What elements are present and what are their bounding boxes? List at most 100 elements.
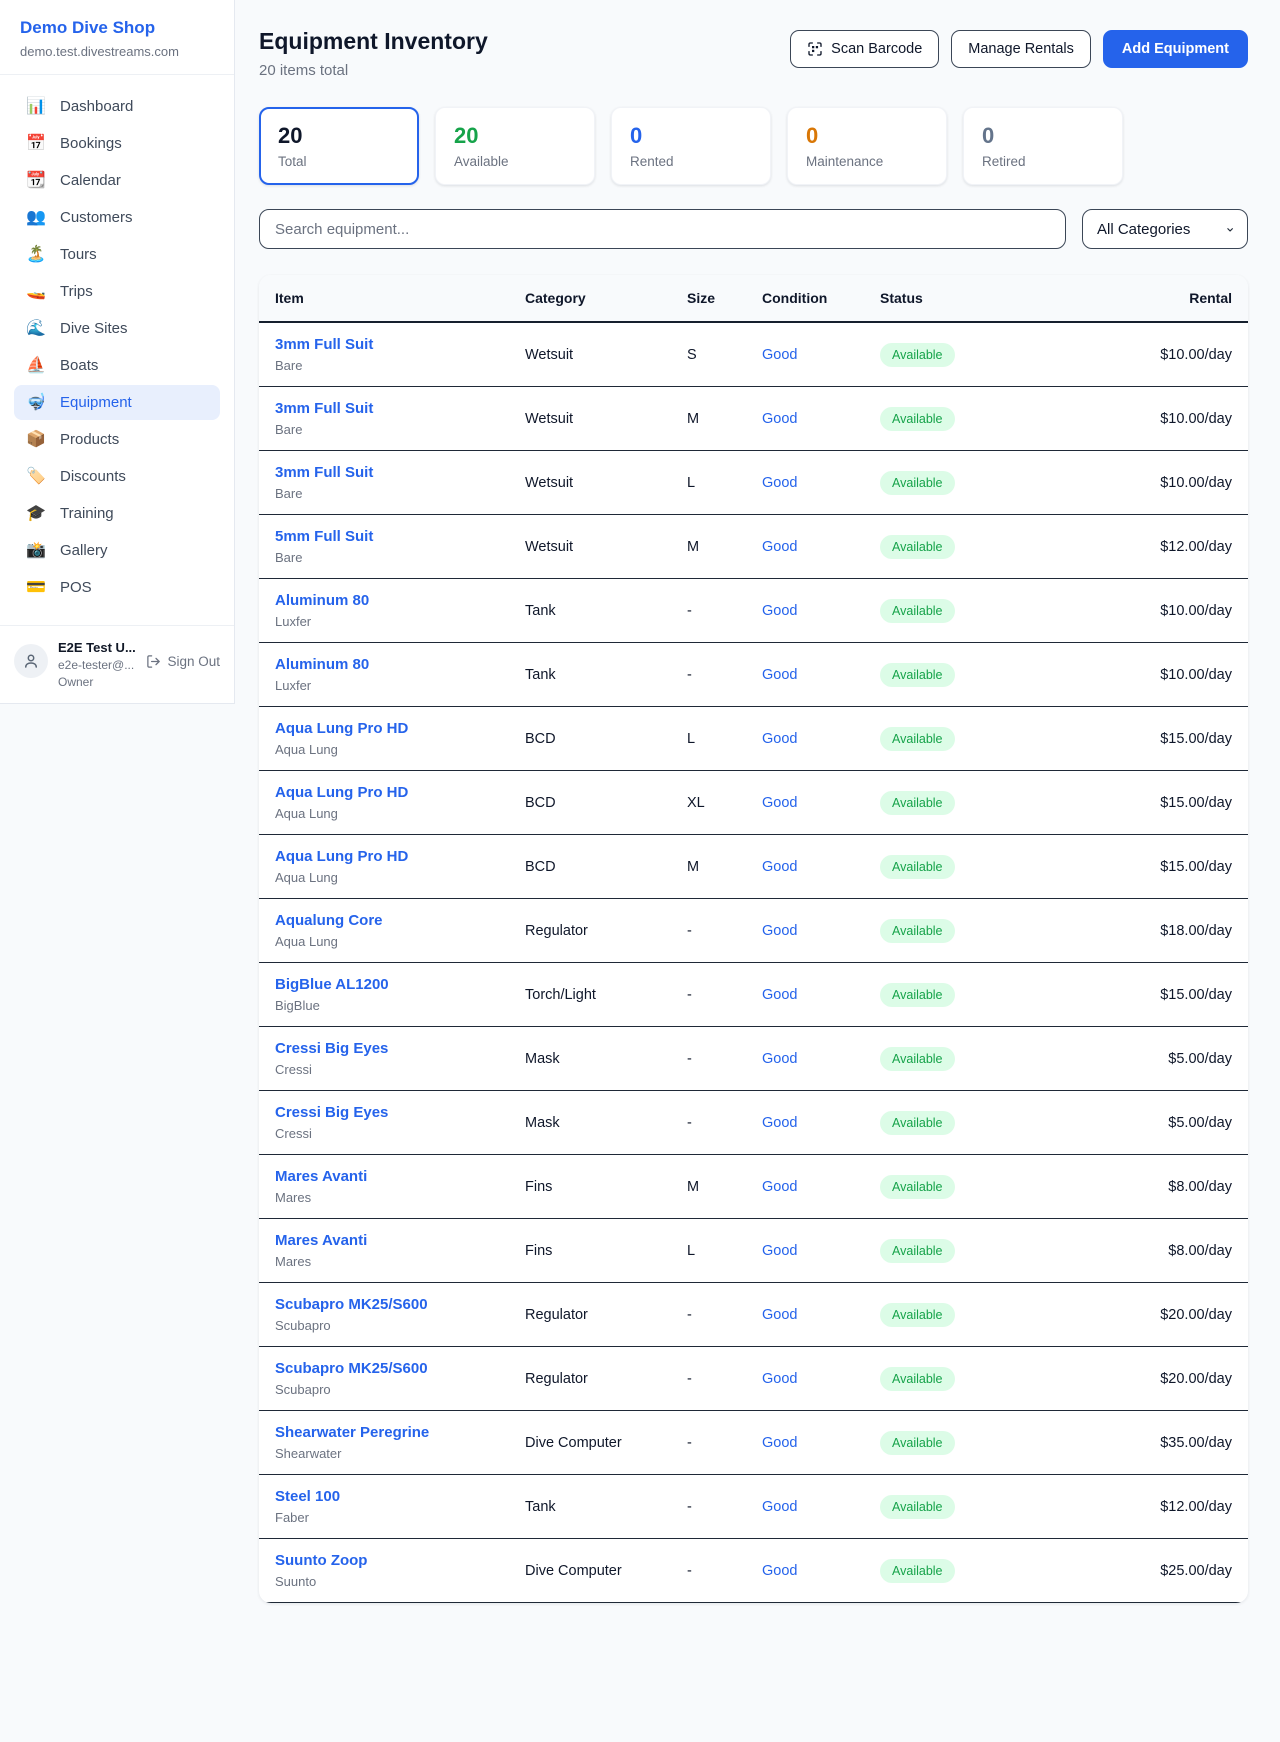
stat-card-rented[interactable]: 0 Rented (611, 107, 771, 185)
item-name-link[interactable]: Steel 100 (275, 1488, 493, 1505)
item-name-link[interactable]: Cressi Big Eyes (275, 1040, 493, 1057)
condition-link[interactable]: Good (762, 1051, 797, 1067)
sidebar: Demo Dive Shop demo.test.divestreams.com… (0, 0, 235, 704)
status-badge: Available (880, 407, 955, 431)
nav-item-label: Equipment (60, 394, 132, 411)
condition-link[interactable]: Good (762, 1115, 797, 1131)
item-rental-rate: $15.00/day (1034, 771, 1248, 835)
condition-link[interactable]: Good (762, 731, 797, 747)
sidebar-item-discounts[interactable]: 🏷️ Discounts (14, 459, 220, 494)
item-name-link[interactable]: Cressi Big Eyes (275, 1104, 493, 1121)
condition-link[interactable]: Good (762, 347, 797, 363)
item-rental-rate: $5.00/day (1034, 1027, 1248, 1091)
condition-link[interactable]: Good (762, 411, 797, 427)
item-name-link[interactable]: Aqua Lung Pro HD (275, 848, 493, 865)
condition-link[interactable]: Good (762, 1179, 797, 1195)
item-name-link[interactable]: Suunto Zoop (275, 1552, 493, 1569)
item-name-link[interactable]: Aqua Lung Pro HD (275, 784, 493, 801)
condition-link[interactable]: Good (762, 1435, 797, 1451)
sign-out-button[interactable]: Sign Out (146, 654, 220, 669)
item-brand: Bare (275, 550, 493, 565)
item-rental-rate: $10.00/day (1034, 579, 1248, 643)
status-badge: Available (880, 1303, 955, 1327)
item-size: M (671, 835, 746, 899)
sidebar-item-dive-sites[interactable]: 🌊 Dive Sites (14, 311, 220, 346)
sidebar-item-dashboard[interactable]: 📊 Dashboard (14, 89, 220, 124)
sidebar-item-trips[interactable]: 🚤 Trips (14, 274, 220, 309)
condition-link[interactable]: Good (762, 1371, 797, 1387)
stat-card-total[interactable]: 20 Total (259, 107, 419, 185)
item-name-link[interactable]: Aluminum 80 (275, 592, 493, 609)
search-input[interactable] (259, 209, 1066, 249)
table-row: Aqua Lung Pro HD Aqua Lung BCD M Good Av… (259, 835, 1248, 899)
category-select[interactable]: All Categories (1082, 209, 1248, 249)
condition-link[interactable]: Good (762, 987, 797, 1003)
table-row: Aqualung Core Aqua Lung Regulator - Good… (259, 899, 1248, 963)
item-name-link[interactable]: 3mm Full Suit (275, 464, 493, 481)
category-select-wrap: All Categories ⌄ (1082, 209, 1248, 249)
item-rental-rate: $15.00/day (1034, 963, 1248, 1027)
item-name-link[interactable]: 5mm Full Suit (275, 528, 493, 545)
nav-item-label: Customers (60, 209, 133, 226)
sidebar-item-tours[interactable]: 🏝️ Tours (14, 237, 220, 272)
item-name-link[interactable]: Aluminum 80 (275, 656, 493, 673)
condition-link[interactable]: Good (762, 923, 797, 939)
item-category: Dive Computer (509, 1539, 671, 1603)
item-name-link[interactable]: Mares Avanti (275, 1232, 493, 1249)
status-badge: Available (880, 1239, 955, 1263)
stat-label: Retired (982, 154, 1104, 169)
item-rental-rate: $12.00/day (1034, 1475, 1248, 1539)
item-rental-rate: $10.00/day (1034, 643, 1248, 707)
item-name-link[interactable]: Shearwater Peregrine (275, 1424, 493, 1441)
stat-card-maintenance[interactable]: 0 Maintenance (787, 107, 947, 185)
item-name-link[interactable]: Scubapro MK25/S600 (275, 1296, 493, 1313)
item-name-link[interactable]: Aqua Lung Pro HD (275, 720, 493, 737)
sidebar-item-training[interactable]: 🎓 Training (14, 496, 220, 531)
condition-link[interactable]: Good (762, 475, 797, 491)
item-category: BCD (509, 707, 671, 771)
condition-link[interactable]: Good (762, 1307, 797, 1323)
item-name-link[interactable]: Scubapro MK25/S600 (275, 1360, 493, 1377)
item-size: - (671, 1091, 746, 1155)
condition-link[interactable]: Good (762, 795, 797, 811)
table-row: 3mm Full Suit Bare Wetsuit S Good Availa… (259, 322, 1248, 387)
nav-item-label: Calendar (60, 172, 121, 189)
stat-card-retired[interactable]: 0 Retired (963, 107, 1123, 185)
item-brand: Scubapro (275, 1382, 493, 1397)
item-brand: Aqua Lung (275, 806, 493, 821)
condition-link[interactable]: Good (762, 1243, 797, 1259)
item-name-link[interactable]: 3mm Full Suit (275, 336, 493, 353)
condition-link[interactable]: Good (762, 1499, 797, 1515)
add-equipment-button[interactable]: Add Equipment (1103, 30, 1248, 68)
sidebar-item-bookings[interactable]: 📅 Bookings (14, 126, 220, 161)
sidebar-item-equipment[interactable]: 🤿 Equipment (14, 385, 220, 420)
condition-link[interactable]: Good (762, 1563, 797, 1579)
sidebar-item-boats[interactable]: ⛵ Boats (14, 348, 220, 383)
condition-link[interactable]: Good (762, 859, 797, 875)
table-row: BigBlue AL1200 BigBlue Torch/Light - Goo… (259, 963, 1248, 1027)
scan-barcode-button[interactable]: Scan Barcode (790, 30, 939, 68)
sidebar-item-calendar[interactable]: 📆 Calendar (14, 163, 220, 198)
condition-link[interactable]: Good (762, 667, 797, 683)
item-category: Regulator (509, 1283, 671, 1347)
stat-card-available[interactable]: 20 Available (435, 107, 595, 185)
item-rental-rate: $15.00/day (1034, 835, 1248, 899)
nav-item-label: Training (60, 505, 114, 522)
condition-link[interactable]: Good (762, 603, 797, 619)
nav-item-label: Discounts (60, 468, 126, 485)
sidebar-item-products[interactable]: 📦 Products (14, 422, 220, 457)
manage-rentals-button[interactable]: Manage Rentals (951, 30, 1091, 68)
sidebar-item-customers[interactable]: 👥 Customers (14, 200, 220, 235)
item-category: Torch/Light (509, 963, 671, 1027)
sidebar-item-pos[interactable]: 💳 POS (14, 570, 220, 605)
item-size: - (671, 1411, 746, 1475)
nav-item-icon: 🎓 (26, 506, 46, 522)
item-category: Tank (509, 579, 671, 643)
item-name-link[interactable]: BigBlue AL1200 (275, 976, 493, 993)
item-name-link[interactable]: Mares Avanti (275, 1168, 493, 1185)
item-name-link[interactable]: 3mm Full Suit (275, 400, 493, 417)
sidebar-item-gallery[interactable]: 📸 Gallery (14, 533, 220, 568)
condition-link[interactable]: Good (762, 539, 797, 555)
item-brand: Shearwater (275, 1446, 493, 1461)
item-name-link[interactable]: Aqualung Core (275, 912, 493, 929)
